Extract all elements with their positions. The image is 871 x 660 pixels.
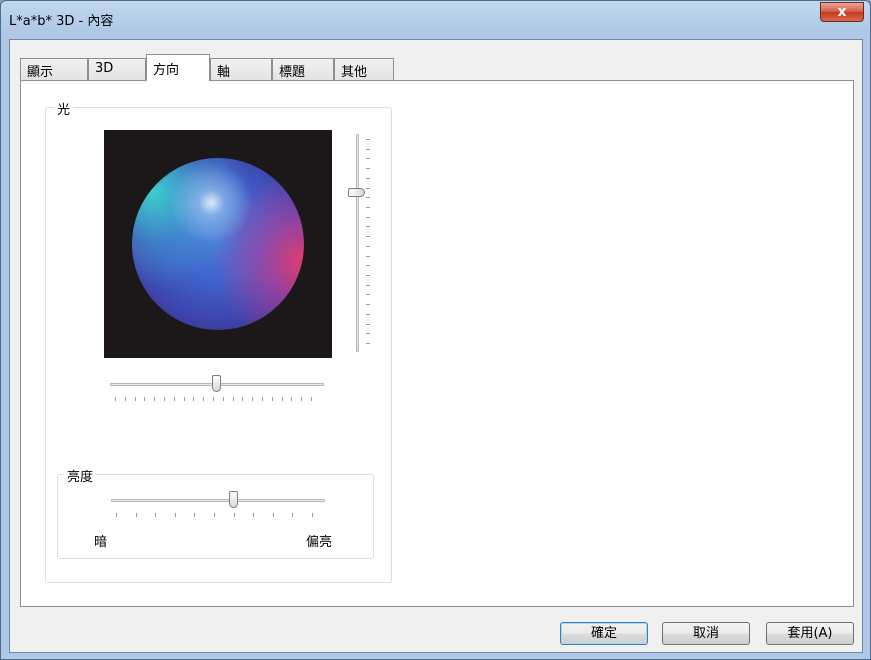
light-horizontal-slider-thumb[interactable]: [212, 375, 222, 392]
slider-tick: [271, 397, 273, 401]
apply-button[interactable]: 套用(A): [766, 622, 854, 645]
slider-tick: [366, 255, 370, 257]
slider-tick: [116, 513, 117, 517]
light-vertical-slider-thumb[interactable]: [348, 187, 365, 197]
light-horizontal-slider[interactable]: [110, 375, 324, 405]
slider-tick: [366, 216, 370, 218]
slider-tick: [366, 236, 370, 238]
slider-tick: [311, 397, 312, 401]
slider-tick: [194, 513, 196, 517]
slider-tick: [366, 168, 370, 170]
slider-tick: [222, 397, 224, 401]
slider-tick: [124, 397, 126, 401]
slider-tick: [366, 313, 370, 315]
light-preview[interactable]: [104, 130, 332, 358]
slider-tick: [291, 397, 293, 401]
slider-tick: [366, 304, 370, 306]
close-button[interactable]: x: [820, 2, 864, 22]
close-icon: x: [837, 4, 847, 20]
slider-tick: [115, 397, 116, 401]
slider-tick: [366, 226, 370, 228]
slider-tick: [366, 148, 370, 150]
slider-tick: [174, 513, 176, 517]
color-sphere: [132, 158, 304, 330]
slider-tick: [232, 397, 234, 401]
slider-tick: [242, 397, 244, 401]
tab-3d[interactable]: 3D: [88, 58, 146, 80]
tab-direction[interactable]: 方向: [146, 54, 210, 81]
brightness-max-label: 偏亮: [306, 535, 333, 550]
slider-tick: [366, 187, 370, 189]
slider-tick: [183, 397, 185, 401]
dialog-window: L*a*b* 3D - 內容 x 顯示 3D 方向 軸 標題 其他 光 亮度 暗…: [0, 0, 871, 660]
slider-tick: [252, 397, 254, 401]
slider-tick: [281, 397, 283, 401]
slider-tick: [366, 333, 370, 335]
slider-tick: [193, 397, 195, 401]
brightness-slider-track: [111, 499, 325, 502]
window-title: L*a*b* 3D - 內容: [9, 14, 114, 29]
cancel-button[interactable]: 取消: [662, 622, 750, 645]
brightness-group-label: 亮度: [64, 466, 97, 485]
slider-tick: [366, 158, 370, 160]
slider-tick: [253, 513, 255, 517]
slider-tick: [144, 397, 146, 401]
slider-tick: [301, 397, 303, 401]
slider-tick: [164, 397, 165, 401]
title-bar[interactable]: L*a*b* 3D - 內容 x: [1, 1, 870, 41]
slider-tick: [213, 397, 214, 401]
brightness-slider-thumb[interactable]: [229, 491, 239, 508]
slider-tick: [154, 397, 156, 401]
slider-tick: [366, 275, 370, 276]
light-group-label: 光: [54, 99, 74, 118]
slider-tick: [366, 294, 370, 296]
slider-tick: [366, 177, 370, 179]
light-vertical-slider-track: [356, 134, 359, 352]
slider-tick: [203, 397, 205, 401]
tab-other[interactable]: 其他: [334, 58, 394, 80]
slider-tick: [366, 323, 370, 325]
brightness-slider[interactable]: [111, 491, 325, 521]
slider-tick: [366, 265, 370, 267]
slider-tick: [366, 139, 370, 140]
slider-tick: [312, 513, 313, 517]
slider-tick: [272, 513, 274, 517]
slider-tick: [366, 245, 370, 247]
tab-display[interactable]: 顯示: [20, 58, 88, 80]
slider-tick: [366, 284, 370, 286]
ok-button[interactable]: 確定: [560, 622, 648, 645]
slider-tick: [233, 513, 235, 517]
light-vertical-slider[interactable]: [348, 134, 370, 352]
slider-tick: [366, 197, 370, 199]
light-group: 光 亮度 暗 偏亮: [45, 99, 392, 583]
slider-tick: [262, 397, 263, 401]
slider-tick: [292, 513, 294, 517]
tab-axis[interactable]: 軸: [210, 58, 272, 80]
slider-tick: [366, 343, 370, 344]
brightness-group: 亮度 暗 偏亮: [57, 466, 374, 559]
slider-tick: [173, 397, 175, 401]
slider-tick: [214, 513, 215, 517]
slider-tick: [366, 207, 370, 208]
slider-tick: [134, 397, 136, 401]
tab-title[interactable]: 標題: [272, 58, 334, 80]
slider-tick: [155, 513, 157, 517]
dialog-client-area: 顯示 3D 方向 軸 標題 其他 光 亮度 暗 偏亮 確定 取消 套用(A): [9, 39, 863, 653]
tab-panel-direction: 光 亮度 暗 偏亮: [20, 80, 854, 607]
brightness-min-label: 暗: [94, 535, 108, 550]
slider-tick: [135, 513, 137, 517]
